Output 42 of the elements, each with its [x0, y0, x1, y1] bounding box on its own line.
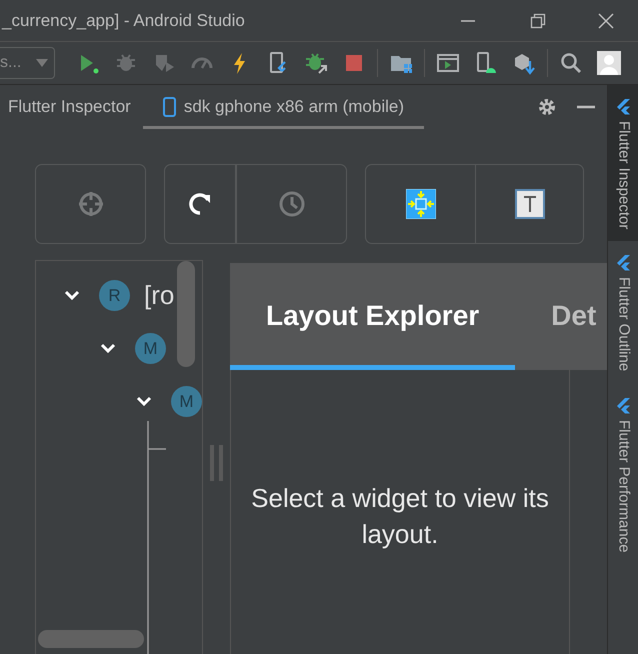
side-tab[interactable]: Flutter Inspector — [608, 85, 638, 242]
flutter-icon — [616, 255, 630, 272]
debug-paint-button[interactable] — [365, 164, 476, 244]
clock-icon — [276, 189, 306, 219]
device-label: sdk gphone x86 arm (mobile) — [184, 96, 404, 118]
bug-arrow-icon[interactable] — [304, 51, 328, 75]
side-tab[interactable]: Flutter Performance — [608, 384, 638, 564]
dropdown-value: s... — [0, 53, 22, 73]
side-tab-label: Flutter Inspector — [614, 121, 634, 230]
vertical-scrollbar[interactable] — [177, 261, 195, 367]
caret-icon — [36, 59, 48, 67]
restore-icon[interactable] — [530, 12, 546, 28]
debug-paint-icon — [406, 189, 436, 219]
side-tab-label: Flutter Performance — [614, 420, 634, 552]
side-tab-label: Flutter Outline — [614, 277, 634, 372]
search-icon[interactable] — [559, 51, 583, 75]
flutter-icon — [616, 99, 630, 115]
window-title: _currency_app] - Android Studio — [0, 10, 245, 32]
widget-label[interactable]: [ro — [144, 276, 174, 315]
refresh-button[interactable] — [164, 164, 236, 244]
settings-icon[interactable] — [537, 97, 557, 117]
details-tab[interactable]: Det — [515, 263, 607, 370]
horizontal-scrollbar[interactable] — [38, 630, 144, 648]
splitter-handle[interactable] — [210, 445, 224, 481]
text-baseline-button[interactable] — [476, 164, 584, 244]
minimize-icon[interactable] — [577, 105, 595, 109]
text-box-icon — [514, 189, 544, 219]
side-tab[interactable]: Flutter Outline — [608, 241, 638, 384]
phone-icon — [162, 96, 176, 116]
phone-android-icon[interactable] — [474, 51, 498, 75]
details-tab[interactable]: Layout Explorer — [230, 263, 516, 370]
flutter-icon — [616, 398, 630, 414]
device-tab[interactable]: sdk gphone x86 arm (mobile) — [142, 85, 424, 129]
close-icon[interactable] — [598, 12, 614, 28]
widget-badge: M — [135, 333, 166, 364]
widget-badge: R — [99, 280, 130, 311]
empty-message: Select a widget to view its layout. — [250, 482, 550, 551]
widget-badge: M — [171, 386, 202, 417]
package-download-icon[interactable] — [512, 51, 536, 75]
screen-play-icon[interactable] — [436, 51, 460, 75]
tool-window-title: Flutter Inspector — [8, 96, 131, 118]
configuration-dropdown[interactable]: s... — [0, 47, 55, 79]
